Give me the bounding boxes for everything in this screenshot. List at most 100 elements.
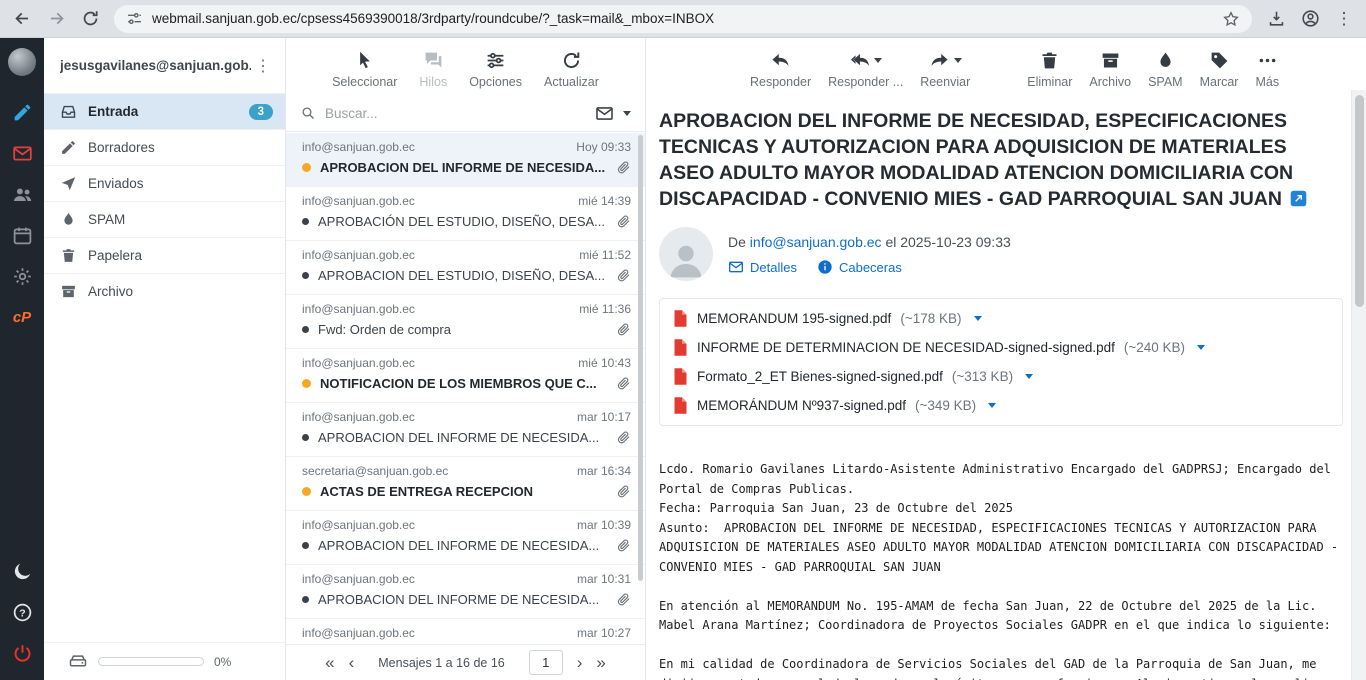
browser-forward-button[interactable]: [40, 3, 72, 35]
browser-reload-button[interactable]: [74, 3, 106, 35]
chevron-down-icon[interactable]: [623, 111, 631, 116]
folder-label: Archivo: [88, 284, 273, 299]
refresh-label: Actualizar: [544, 75, 599, 89]
attachment-menu-caret-icon[interactable]: [1025, 374, 1033, 379]
attachment-name-link[interactable]: INFORME DE DETERMINACION DE NECESIDAD-si…: [697, 340, 1115, 355]
forward-button[interactable]: Reenviar: [920, 50, 970, 89]
attachment-menu-caret-icon[interactable]: [988, 403, 996, 408]
first-page-button[interactable]: «: [325, 654, 334, 671]
message-subject: APROBACIÓN DEL ESTUDIO, DISEÑO, DESA...: [318, 214, 607, 229]
chevron-left-icon: ‹: [349, 653, 355, 672]
help-button[interactable]: ?: [0, 592, 44, 633]
attachment-name-link[interactable]: MEMORÁNDUM Nº937-signed.pdf: [697, 398, 906, 413]
attachment-name-link[interactable]: MEMORANDUM 195-signed.pdf: [697, 311, 891, 326]
search-input[interactable]: [325, 106, 586, 121]
previous-page-button[interactable]: ‹: [349, 654, 355, 671]
browser-back-button[interactable]: [6, 3, 38, 35]
message-row[interactable]: info@sanjuan.gob.ecmar 10:27: [286, 619, 645, 644]
downloads-button[interactable]: [1260, 3, 1292, 35]
reply-button[interactable]: Responder: [750, 50, 811, 89]
folder-options-button[interactable]: ⋮: [251, 54, 275, 78]
folder-item-borradores[interactable]: Borradores: [44, 129, 285, 165]
list-pagination: « ‹ Mensajes 1 a 16 de 16 › »: [286, 644, 645, 680]
threads-button[interactable]: Hilos: [419, 50, 447, 89]
message-row[interactable]: info@sanjuan.gob.ecmar 10:17 APROBACION …: [286, 403, 645, 457]
open-external-icon[interactable]: [1290, 190, 1307, 207]
folder-item-enviados[interactable]: Enviados: [44, 165, 285, 201]
bookmark-star-icon[interactable]: [1222, 10, 1240, 28]
download-icon: [1267, 9, 1286, 28]
archive-icon: [1100, 50, 1121, 71]
subject-text: APROBACION DEL INFORME DE NECESIDAD, ESP…: [659, 110, 1293, 210]
message-row[interactable]: info@sanjuan.gob.ecmié 11:52 APROBACION …: [286, 241, 645, 295]
reply-all-button[interactable]: Responder ...: [828, 50, 903, 89]
message-row[interactable]: info@sanjuan.gob.ecmié 11:36 Fwd: Orden …: [286, 295, 645, 349]
mark-label: Marcar: [1200, 75, 1239, 89]
message-date: mar 10:39: [577, 518, 631, 532]
folder-item-archivo[interactable]: Archivo: [44, 273, 285, 309]
next-page-button[interactable]: ›: [577, 654, 583, 671]
details-toggle-button[interactable]: Detalles: [728, 259, 797, 275]
message-subject: APROBACION DEL INFORME DE NECESIDA...: [318, 430, 607, 445]
delete-button[interactable]: Eliminar: [1027, 50, 1072, 89]
options-button[interactable]: Opciones: [469, 50, 522, 89]
cpanel-logo-icon: cP: [13, 309, 31, 326]
attachment-menu-caret-icon[interactable]: [974, 316, 982, 321]
browser-menu-button[interactable]: ⋮: [1328, 3, 1360, 35]
contacts-button[interactable]: [0, 174, 44, 215]
more-button[interactable]: Más: [1255, 50, 1279, 89]
folder-item-spam[interactable]: SPAM: [44, 201, 285, 237]
folder-item-entrada[interactable]: Entrada 3: [44, 93, 285, 129]
message-date: mié 11:52: [579, 248, 631, 262]
chevron-down-icon[interactable]: [874, 58, 882, 63]
message-row[interactable]: info@sanjuan.gob.ecmié 14:39 APROBACIÓN …: [286, 187, 645, 241]
read-dot-icon: [302, 434, 309, 441]
power-icon: [12, 643, 33, 664]
message-list-pane: Seleccionar Hilos Opciones Actualizar: [286, 38, 646, 680]
unread-dot-icon: [302, 487, 311, 496]
mark-button[interactable]: Marcar: [1200, 50, 1239, 89]
attachment-row: MEMORANDUM 195-signed.pdf (~178 KB): [660, 304, 1342, 333]
message-row[interactable]: info@sanjuan.gob.ecmar 10:39 APROBACION …: [286, 511, 645, 565]
message-date: mié 10:43: [578, 356, 631, 370]
search-scope-envelope-icon[interactable]: [595, 104, 614, 123]
message-subject: Fwd: Orden de compra: [318, 322, 607, 337]
cpanel-button[interactable]: cP: [0, 297, 44, 338]
dark-mode-button[interactable]: [0, 551, 44, 592]
from-address-link[interactable]: info@sanjuan.gob.ec: [750, 234, 882, 250]
reading-pane-scrollbar[interactable]: [1351, 90, 1366, 680]
settings-button[interactable]: [0, 256, 44, 297]
logout-button[interactable]: [0, 633, 44, 674]
ellipsis-icon: [1257, 50, 1278, 71]
select-button[interactable]: Seleccionar: [332, 50, 397, 89]
message-date: mié 11:36: [579, 302, 631, 316]
last-page-button[interactable]: »: [596, 654, 605, 671]
refresh-button[interactable]: Actualizar: [544, 50, 599, 89]
message-row[interactable]: info@sanjuan.gob.ecmié 10:43 NOTIFICACIO…: [286, 349, 645, 403]
list-scrollbar-thumb[interactable]: [638, 135, 643, 581]
mail-task-button[interactable]: [0, 133, 44, 174]
page-number-input[interactable]: [529, 650, 563, 675]
attachment-name-link[interactable]: Formato_2_ET Bienes-signed-signed.pdf: [697, 369, 943, 384]
archive-button[interactable]: Archivo: [1089, 50, 1131, 89]
folder-label: Enviados: [88, 176, 273, 191]
url-bar[interactable]: webmail.sanjuan.gob.ec/cpsess4569390018/…: [114, 5, 1252, 33]
reload-icon: [81, 9, 100, 28]
message-date: el 2025-10-23 09:33: [885, 234, 1010, 250]
message-row[interactable]: info@sanjuan.gob.ecmar 10:31 APROBACION …: [286, 565, 645, 619]
message-row[interactable]: info@sanjuan.gob.ecHoy 09:33 APROBACION …: [286, 133, 645, 187]
browser-profile-button[interactable]: [1294, 3, 1326, 35]
message-subject: APROBACION DEL INFORME DE NECESIDA...: [318, 592, 607, 607]
attachment-menu-caret-icon[interactable]: [1197, 345, 1205, 350]
message-row[interactable]: secretaria@sanjuan.gob.ecmar 16:34 ACTAS…: [286, 457, 645, 511]
chevron-down-icon[interactable]: [954, 58, 962, 63]
folder-item-papelera[interactable]: Papelera: [44, 237, 285, 273]
double-chevron-left-icon: «: [325, 653, 334, 672]
compose-button[interactable]: [0, 92, 44, 133]
headers-button[interactable]: Cabeceras: [817, 259, 902, 275]
spam-button[interactable]: SPAM: [1148, 50, 1183, 89]
scrollbar-thumb[interactable]: [1355, 95, 1364, 307]
site-settings-icon[interactable]: [126, 10, 143, 27]
calendar-button[interactable]: [0, 215, 44, 256]
paperclip-icon: [616, 214, 631, 229]
